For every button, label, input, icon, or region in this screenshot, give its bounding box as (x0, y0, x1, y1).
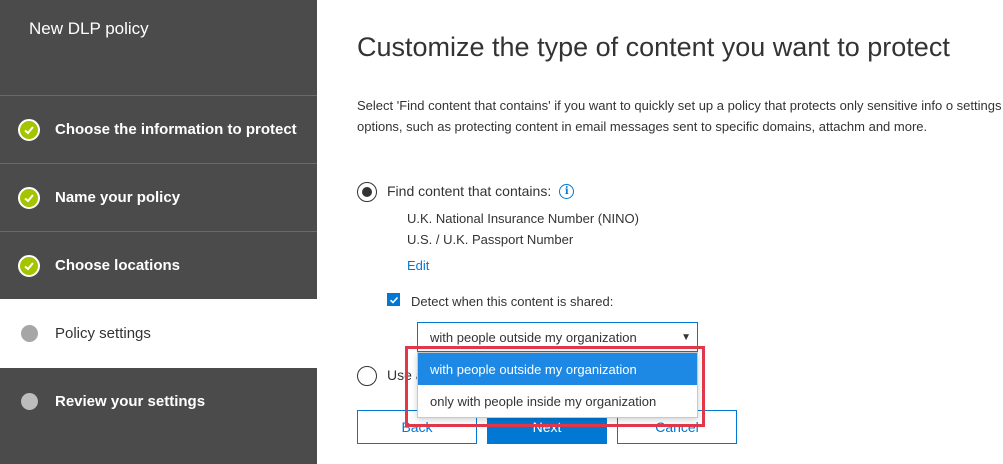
share-scope-dropdown: with people outside my organization only… (417, 352, 698, 418)
main-panel: Customize the type of content you want t… (317, 0, 1003, 464)
check-circle-icon (18, 254, 40, 277)
sensitive-info-list: U.K. National Insurance Number (NINO) U.… (407, 208, 639, 250)
wizard-sidebar: New DLP policy Choose the information to… (0, 0, 317, 464)
option-outside-organization[interactable]: with people outside my organization (418, 353, 697, 385)
step-label: Choose the information to protect (55, 121, 297, 138)
advanced-settings-radio[interactable] (357, 366, 377, 386)
step-label: Choose locations (55, 257, 181, 274)
share-scope-select[interactable]: with people outside my organization ▼ (417, 322, 698, 352)
step-policy-settings[interactable]: Policy settings (0, 299, 317, 367)
step-label: Name your policy (55, 189, 181, 206)
list-item: U.K. National Insurance Number (NINO) (407, 211, 639, 226)
edit-link[interactable]: Edit (407, 258, 429, 273)
wizard-title: New DLP policy (29, 19, 149, 38)
wizard-steps: Choose the information to protect Name y… (0, 95, 317, 435)
current-step-dot-icon (18, 323, 40, 345)
detect-shared-checkbox[interactable] (387, 293, 400, 306)
page-description: Select 'Find content that contains' if y… (357, 98, 1003, 134)
page-title: Customize the type of content you want t… (357, 32, 950, 62)
step-label: Review your settings (55, 393, 206, 410)
pending-step-dot-icon (18, 391, 40, 413)
dropdown-arrow-icon: ▼ (681, 332, 691, 343)
option-inside-organization[interactable]: only with people inside my organization (418, 385, 697, 417)
step-choose-information[interactable]: Choose the information to protect (0, 95, 317, 163)
find-content-label: Find content that contains: (387, 183, 552, 199)
info-icon[interactable]: i (559, 183, 575, 199)
find-content-option: Find content that contains: i (387, 183, 575, 199)
list-item: U.S. / U.K. Passport Number (407, 232, 574, 247)
step-review-settings[interactable]: Review your settings (0, 367, 317, 435)
check-circle-icon (18, 118, 40, 141)
step-label: Policy settings (55, 325, 151, 342)
find-content-radio[interactable] (357, 182, 377, 202)
select-value: with people outside my organization (430, 329, 637, 345)
step-choose-locations[interactable]: Choose locations (0, 231, 317, 299)
detect-shared-label: Detect when this content is shared: (411, 294, 614, 309)
check-circle-icon (18, 186, 40, 209)
step-name-policy[interactable]: Name your policy (0, 163, 317, 231)
